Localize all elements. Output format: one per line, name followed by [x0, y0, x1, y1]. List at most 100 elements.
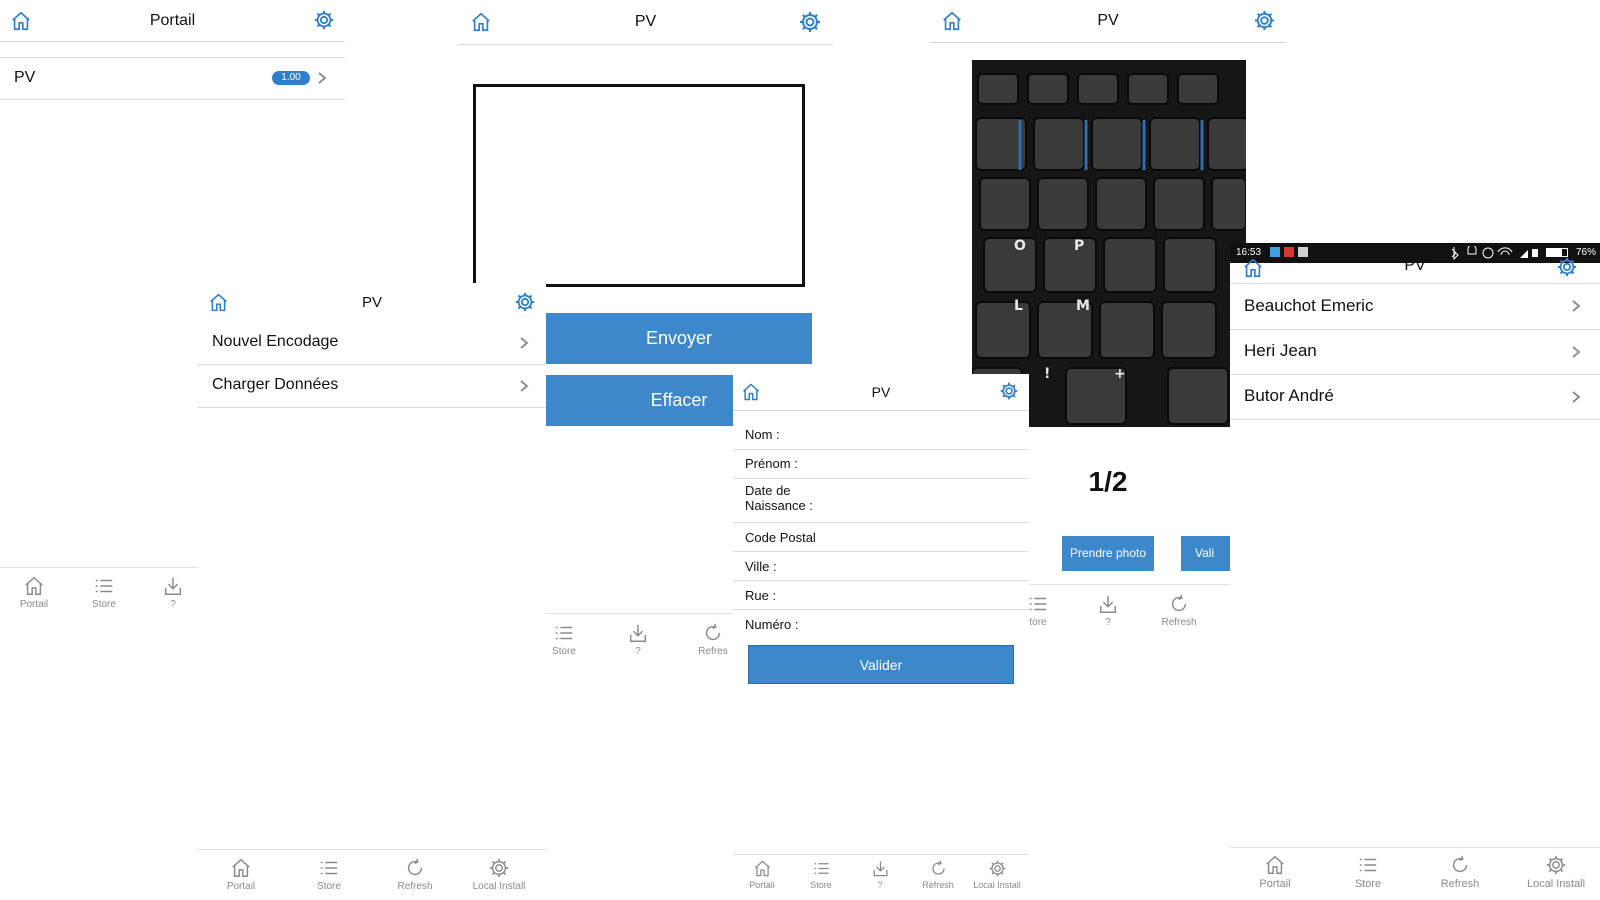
tab-label: Store [810, 880, 832, 890]
ville-field[interactable]: Ville : [733, 551, 1029, 581]
nom-field[interactable]: Nom : [733, 420, 1029, 450]
gear-icon[interactable] [1556, 256, 1578, 278]
svg-text:L: L [1014, 298, 1023, 314]
tab-bar: Portail Store Refresh Local Install [198, 849, 546, 900]
tab-label: Store [552, 646, 576, 657]
screen-people-list: 16:53 76% PV Beauchot Emeric Heri Jean B… [1230, 243, 1600, 900]
list-item-label: Butor André [1244, 386, 1334, 405]
download-icon [871, 859, 890, 878]
tab-label: ? [1105, 617, 1111, 628]
refresh-icon [1449, 854, 1471, 876]
tab-label: Local Install [472, 881, 526, 892]
gear-icon[interactable] [313, 9, 335, 31]
tab-local-install[interactable]: Local Install [967, 859, 1027, 890]
gear-icon [1545, 854, 1567, 876]
tab-label: Portail [749, 880, 775, 890]
gear-icon[interactable] [1253, 9, 1276, 32]
page-title: PV [871, 384, 891, 400]
list-item-person[interactable]: Heri Jean [1230, 330, 1600, 375]
tab-store[interactable]: Store [802, 859, 840, 890]
list-icon [93, 575, 115, 597]
field-label: Prénom : [745, 456, 798, 471]
tab-store[interactable]: Store [84, 575, 124, 610]
tab-bar: Portail Store Refresh Local Install [1230, 847, 1600, 900]
field-label: Code Postal [745, 530, 816, 545]
refresh-icon [404, 857, 426, 879]
page-title: PV [634, 13, 657, 30]
svg-text:+: + [1114, 366, 1126, 382]
tab-label: Store [1354, 878, 1382, 890]
list-item-label: PV [14, 69, 36, 86]
tab-local-install[interactable]: Local Install [1518, 854, 1594, 890]
tab-label: ? [877, 880, 883, 890]
refresh-icon [929, 859, 948, 878]
list-item-person[interactable]: Butor André [1230, 375, 1600, 420]
list-item-nouvel-encodage[interactable]: Nouvel Encodage [198, 322, 546, 365]
tab-label: tore [1029, 617, 1047, 628]
header: PV [930, 0, 1286, 43]
field-label: Numéro : [745, 617, 799, 632]
numero-field[interactable]: Numéro : [733, 609, 1029, 636]
list-item-pv[interactable]: PV 1.00 [0, 57, 345, 100]
home-icon [753, 859, 772, 878]
svg-text:!: ! [1044, 366, 1050, 382]
tab-refresh[interactable]: Refres [690, 622, 736, 657]
tab-store[interactable]: Store [1345, 854, 1391, 890]
home-icon [230, 857, 252, 879]
take-photo-button[interactable]: Prendre photo [1062, 536, 1154, 571]
tab-label: Local Install [1526, 878, 1586, 890]
tab-help[interactable]: ? [618, 622, 658, 657]
tab-help[interactable]: ? [861, 859, 899, 890]
gear-icon[interactable] [798, 10, 822, 34]
tab-label: Refresh [1440, 878, 1480, 890]
svg-text:P: P [1074, 238, 1084, 254]
tab-label: Local Install [973, 880, 1021, 890]
field-label: Rue : [745, 588, 777, 603]
tab-label: Refresh [397, 881, 433, 892]
date-naissance-field[interactable]: Date de Naissance : [733, 478, 1029, 523]
signature-pad[interactable] [473, 84, 805, 287]
download-icon [627, 622, 649, 644]
tab-local-install[interactable]: Local Install [466, 857, 532, 892]
tab-portail[interactable]: Portail [743, 859, 781, 890]
tab-help[interactable]: ? [1088, 593, 1128, 628]
tab-refresh[interactable]: Refresh [1154, 593, 1204, 628]
tab-refresh[interactable]: Refresh [390, 857, 440, 892]
chevron-right-icon [518, 337, 530, 349]
tab-portail[interactable]: Portail [218, 857, 264, 892]
tab-refresh[interactable]: Refresh [916, 859, 960, 890]
chevron-right-icon [316, 72, 328, 84]
tab-help[interactable]: ? [153, 575, 193, 610]
list-item-charger-donnees[interactable]: Charger Données [198, 365, 546, 408]
prenom-field[interactable]: Prénom : [733, 449, 1029, 479]
page-title: Portail [149, 12, 196, 29]
version-badge: 1.00 [272, 71, 310, 85]
download-icon [162, 575, 184, 597]
code-postal-field[interactable]: Code Postal [733, 522, 1029, 552]
list-item-label: Beauchot Emeric [1244, 296, 1374, 315]
home-icon [23, 575, 45, 597]
page-title: PV [1097, 12, 1119, 29]
header: PV [458, 0, 833, 45]
send-button[interactable]: Envoyer [546, 313, 812, 364]
page-title: PV [1404, 257, 1426, 274]
tab-portail[interactable]: Portail [14, 575, 54, 610]
validate-button[interactable]: Valider [748, 645, 1014, 684]
list-icon [318, 857, 340, 879]
gear-icon[interactable] [514, 291, 536, 313]
list-icon [1027, 593, 1049, 615]
header: Portail [0, 0, 345, 42]
field-label: Date de Naissance : [745, 483, 813, 513]
rue-field[interactable]: Rue : [733, 580, 1029, 610]
tab-refresh[interactable]: Refresh [1432, 854, 1488, 890]
tab-portail[interactable]: Portail [1252, 854, 1298, 890]
header: PV [733, 374, 1029, 411]
tab-store[interactable]: Store [306, 857, 352, 892]
list-item-person[interactable]: Beauchot Emeric [1230, 284, 1600, 330]
screen-form: PV Nom : Prénom : Date de Naissance : Co… [733, 374, 1029, 900]
gear-icon[interactable] [999, 381, 1019, 401]
home-icon [1264, 854, 1286, 876]
tab-store[interactable]: Store [544, 622, 584, 657]
header: PV [198, 283, 546, 323]
list-item-label: Heri Jean [1244, 341, 1317, 360]
